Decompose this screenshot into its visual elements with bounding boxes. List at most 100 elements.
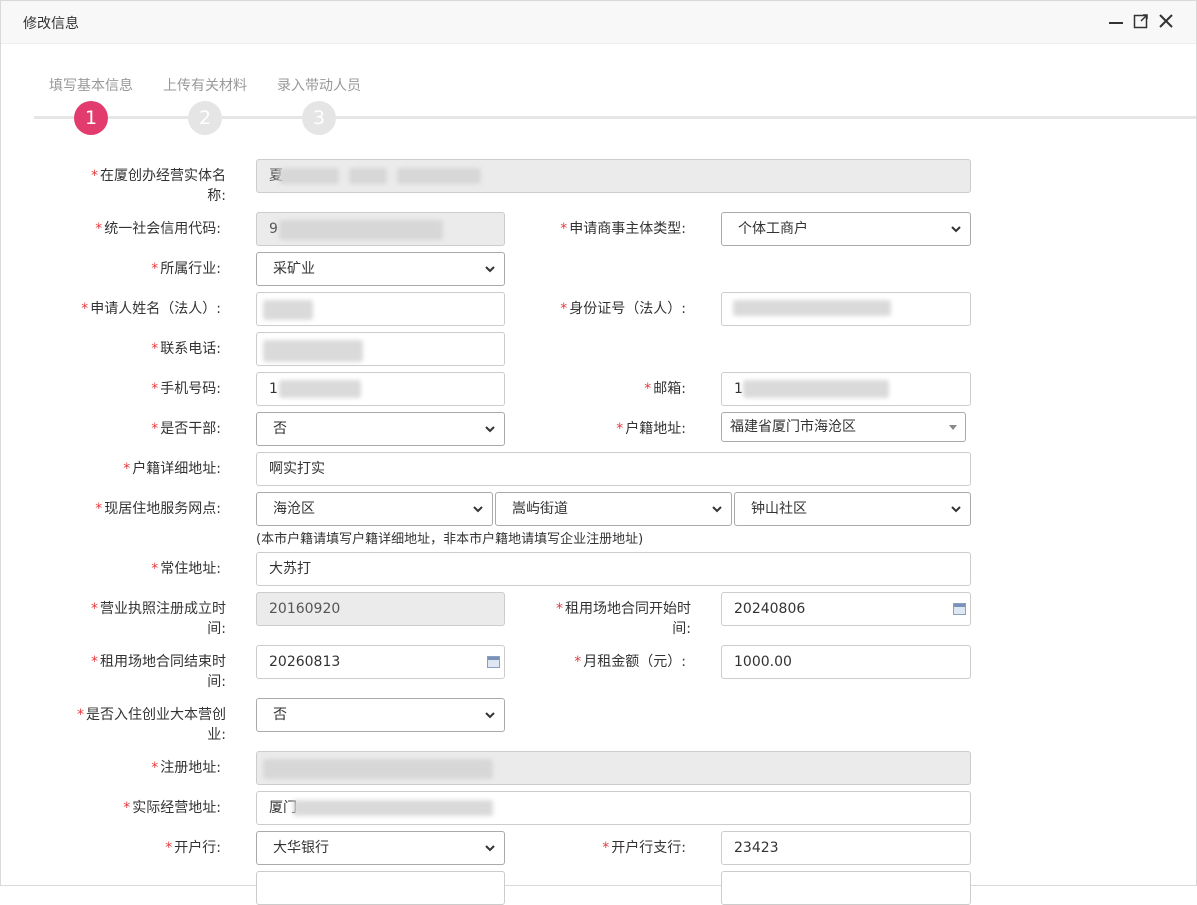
in-camp-select[interactable]: 否 — [256, 698, 505, 732]
redacted-mask — [733, 300, 891, 316]
entity-type-select[interactable]: 个体工商户 — [721, 212, 971, 246]
redacted-mask — [263, 759, 493, 779]
chevron-down-icon — [712, 506, 722, 513]
redacted-mask — [397, 168, 481, 184]
lease-start-label: * 租用场地合同开始时 间: — [556, 601, 691, 637]
community-select[interactable]: 钟山社区 — [734, 492, 971, 526]
lease-start-field[interactable]: 20240806 — [721, 592, 971, 626]
step-line — [222, 116, 302, 119]
lease-end-label: * 租用场地合同结束时 间: — [91, 654, 226, 690]
required-mark: * — [560, 221, 568, 237]
required-mark: * — [165, 840, 173, 856]
bank-select[interactable]: 大华银行 — [256, 831, 505, 865]
redacted-mask — [263, 300, 313, 320]
redacted-mask — [279, 220, 443, 240]
applicant-name-label: * 申请人姓名（法人）: — [81, 301, 221, 317]
permanent-addr-field[interactable]: 大苏打 — [256, 552, 971, 586]
step-label-2[interactable]: 上传有关材料 — [163, 75, 247, 95]
household-addr-label: * 户籍地址: — [616, 421, 686, 437]
redacted-mask — [263, 340, 363, 362]
lease-end-field[interactable]: 20260813 — [256, 645, 505, 679]
residence-note: (本市户籍请填写户籍详细地址，非本市户籍地请填写企业注册地址) — [256, 532, 644, 547]
redacted-mask — [743, 380, 889, 398]
required-mark: * — [81, 301, 89, 317]
edit-info-dialog: 修改信息 填写基本信息 上传有关材料 录入带动人员 1 2 3 * 在厦创办经营实… — [0, 0, 1197, 905]
next-row-field[interactable] — [721, 871, 971, 905]
required-mark: * — [95, 501, 103, 517]
id-number-label: * 身份证号（法人）: — [560, 301, 686, 317]
calendar-icon[interactable] — [953, 603, 966, 615]
required-mark: * — [91, 654, 98, 670]
is-cadre-select[interactable]: 否 — [256, 412, 505, 446]
required-mark: * — [151, 261, 159, 277]
step-circle-2[interactable]: 2 — [188, 101, 222, 135]
household-detail-label: * 户籍详细地址: — [123, 461, 221, 477]
step-line — [34, 116, 74, 119]
monthly-rent-label: * 月租金额（元）: — [574, 654, 686, 670]
redacted-mask — [279, 168, 339, 184]
chevron-down-icon — [951, 226, 961, 233]
license-date-field[interactable]: 20160920 — [256, 592, 505, 626]
industry-label: * 所属行业: — [151, 261, 221, 277]
monthly-rent-field[interactable]: 1000.00 — [721, 645, 971, 679]
required-mark: * — [77, 707, 84, 723]
step-circle-1[interactable]: 1 — [74, 101, 108, 135]
entity-name-label: * 在厦创办经营实体名 称: — [91, 168, 226, 204]
mobile-label: * 手机号码: — [151, 381, 221, 397]
actual-addr-label: * 实际经营地址: — [123, 800, 221, 816]
redacted-mask — [279, 380, 361, 398]
step-circle-3[interactable]: 3 — [302, 101, 336, 135]
required-mark: * — [91, 168, 98, 184]
required-mark: * — [151, 341, 159, 357]
required-mark: * — [616, 421, 624, 437]
chevron-down-icon — [485, 266, 495, 273]
required-mark: * — [151, 381, 159, 397]
step-label-3[interactable]: 录入带动人员 — [277, 75, 361, 95]
chevron-down-icon — [485, 426, 495, 433]
required-mark: * — [574, 654, 582, 670]
permanent-addr-label: * 常住地址: — [151, 561, 221, 577]
bank-label: * 开户行: — [165, 840, 221, 856]
redacted-mask — [293, 800, 493, 816]
required-mark: * — [602, 840, 610, 856]
required-mark: * — [123, 800, 131, 816]
required-mark: * — [91, 601, 98, 617]
required-mark: * — [123, 461, 131, 477]
redacted-mask — [349, 168, 387, 184]
household-addr-select[interactable]: 福建省厦门市海沧区 — [721, 412, 966, 442]
caret-down-icon — [949, 425, 957, 430]
contact-phone-label: * 联系电话: — [151, 341, 221, 357]
step-line — [108, 116, 188, 119]
minimize-icon[interactable] — [1107, 12, 1127, 32]
required-mark: * — [151, 561, 159, 577]
bank-branch-label: * 开户行支行: — [602, 840, 686, 856]
bank-branch-field[interactable]: 23423 — [721, 831, 971, 865]
chevron-down-icon — [473, 506, 483, 513]
maximize-icon[interactable] — [1132, 12, 1152, 32]
license-date-label: * 营业执照注册成立时 间: — [91, 601, 226, 637]
close-icon[interactable] — [1157, 12, 1177, 32]
required-mark: * — [560, 301, 568, 317]
chevron-down-icon — [485, 712, 495, 719]
step-line — [336, 116, 1196, 119]
chevron-down-icon — [485, 845, 495, 852]
street-select[interactable]: 嵩屿街道 — [495, 492, 732, 526]
step-progress: 填写基本信息 上传有关材料 录入带动人员 1 2 3 — [1, 45, 1196, 145]
district-select[interactable]: 海沧区 — [256, 492, 493, 526]
chevron-down-icon — [951, 506, 961, 513]
entity-type-label: * 申请商事主体类型: — [560, 221, 686, 237]
required-mark: * — [151, 421, 159, 437]
dialog-title: 修改信息 — [23, 16, 79, 32]
next-row-field[interactable] — [256, 871, 505, 905]
is-cadre-label: * 是否干部: — [151, 421, 221, 437]
industry-select[interactable]: 采矿业 — [256, 252, 505, 286]
required-mark: * — [556, 601, 563, 617]
in-camp-label: * 是否入住创业大本营创 业: — [77, 707, 226, 743]
household-detail-field[interactable]: 啊实打实 — [256, 452, 971, 486]
required-mark: * — [151, 760, 159, 776]
calendar-icon[interactable] — [487, 656, 500, 668]
residence-service-label: * 现居住地服务网点: — [95, 501, 221, 517]
step-label-1[interactable]: 填写基本信息 — [49, 75, 133, 95]
credit-code-label: * 统一社会信用代码: — [95, 221, 221, 237]
email-label: * 邮箱: — [644, 381, 686, 397]
